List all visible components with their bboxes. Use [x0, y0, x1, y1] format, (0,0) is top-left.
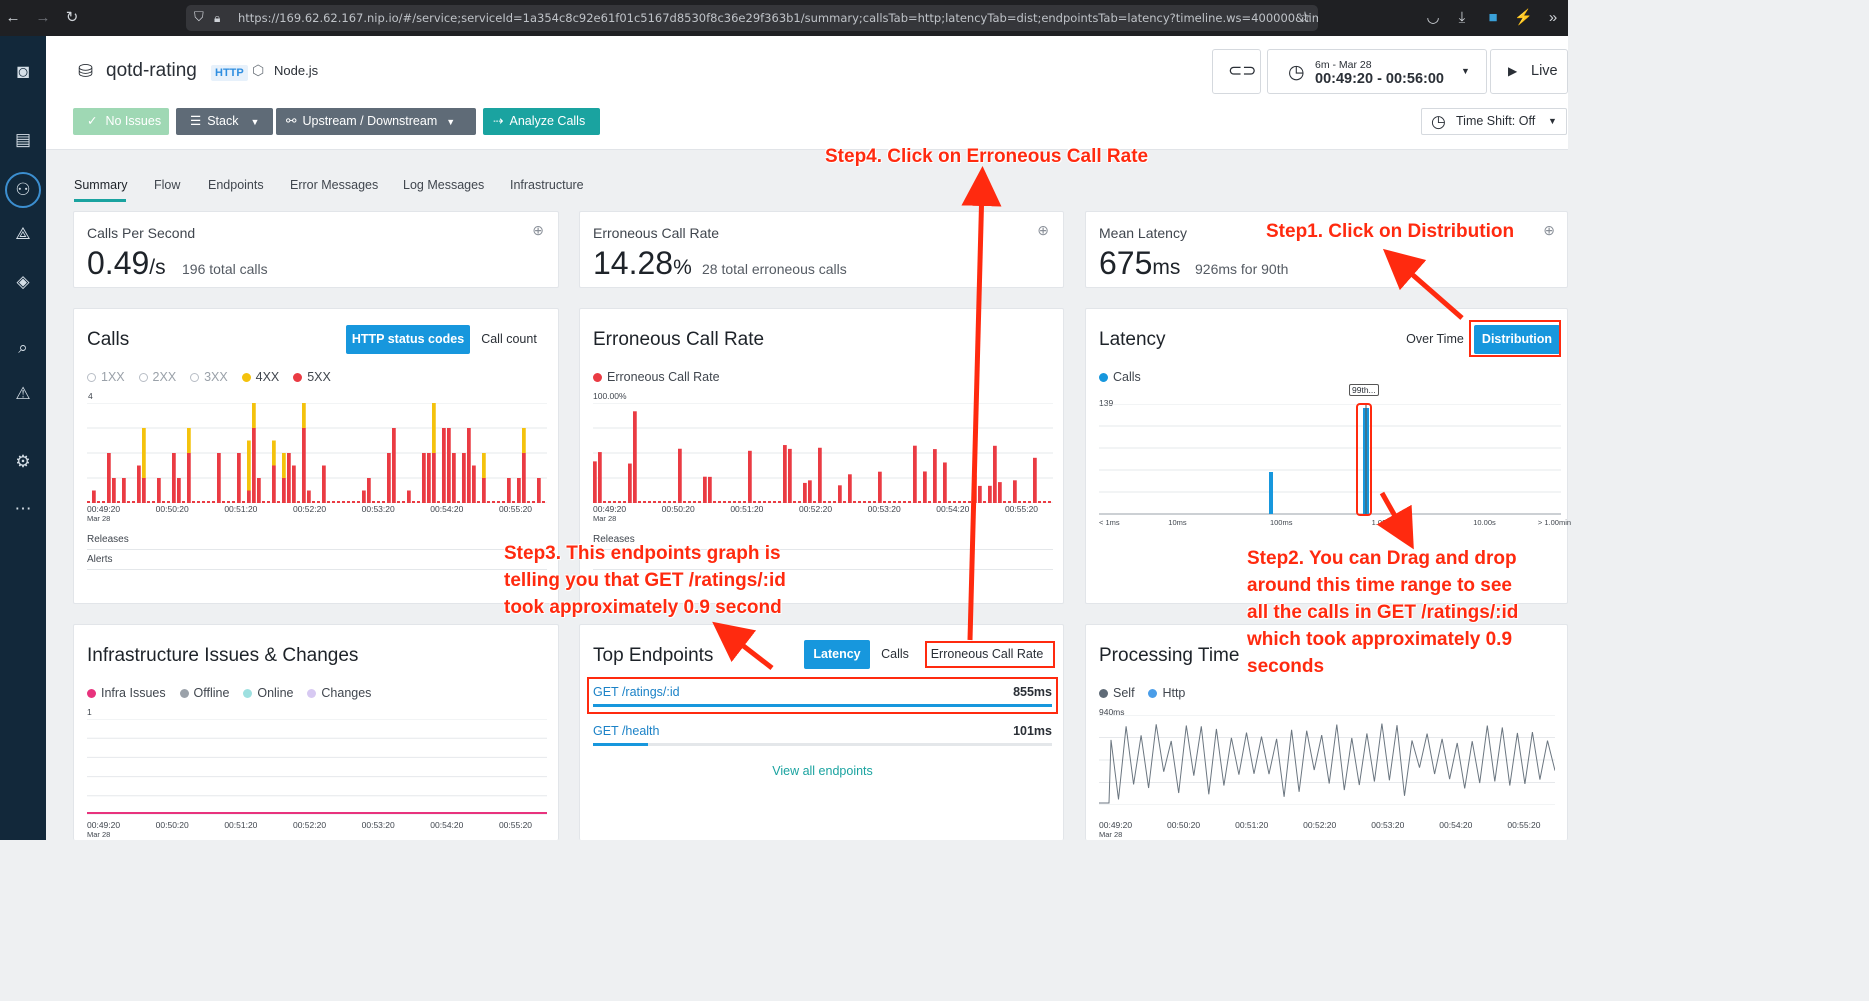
- arrow-step2: [1376, 491, 1414, 550]
- annotation-step3: Step3. This endpoints graph is telling yo…: [504, 543, 786, 618]
- highlight-latency-bar: [1356, 403, 1372, 516]
- annotation-arrows: [712, 166, 1464, 670]
- highlight-distribution: [1469, 320, 1561, 357]
- highlight-endpoint-row: [587, 677, 1058, 714]
- arrow-step1: [1382, 248, 1464, 320]
- annotation-step4: Step4. Click on Erroneous Call Rate: [825, 146, 1149, 167]
- arrow-step4: [961, 166, 1002, 641]
- highlight-erroneous-toggle: [925, 641, 1055, 668]
- arrow-step3: [712, 621, 774, 670]
- annotation-step2: Step2. You can Drag and drop around this …: [1247, 548, 1519, 677]
- annotation-step1: Step1. Click on Distribution: [1266, 221, 1515, 242]
